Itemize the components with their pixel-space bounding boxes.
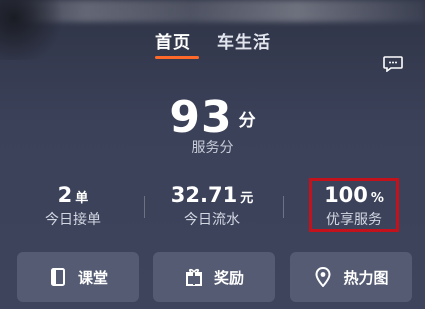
stat-orders-today[interactable]: 2单 今日接单	[8, 183, 138, 229]
classroom-button[interactable]: 课堂	[17, 252, 139, 302]
divider	[283, 196, 284, 218]
highlight-annotation-box	[309, 178, 399, 232]
heatmap-button[interactable]: 热力图	[290, 252, 412, 302]
book-icon	[50, 268, 65, 286]
chat-bubble-icon[interactable]	[383, 56, 403, 72]
tab-car-life[interactable]: 车生活	[217, 28, 271, 53]
app-screen: 首页 车生活 93 分 服务分 2单 今日接单 32.71 元 今日流水 100% …	[0, 0, 425, 309]
stat-label: 今日流水	[184, 212, 240, 228]
rewards-button[interactable]: 奖励	[153, 252, 275, 302]
active-tab-indicator	[155, 56, 199, 59]
button-label: 奖励	[213, 268, 244, 287]
header-tabs: 首页 车生活	[0, 26, 425, 72]
location-pin-icon	[315, 267, 331, 287]
service-score[interactable]: 93 分	[0, 92, 425, 143]
score-unit: 分	[238, 111, 256, 131]
stat-value: 32.71	[170, 183, 238, 207]
score-value: 93	[169, 92, 233, 143]
tab-home[interactable]: 首页	[155, 28, 191, 53]
stat-unit: 元	[240, 191, 254, 206]
stat-revenue-today[interactable]: 32.71 元 今日流水	[147, 183, 277, 229]
divider	[144, 196, 145, 218]
button-label: 热力图	[343, 268, 389, 287]
stat-label: 今日接单	[45, 212, 101, 228]
stat-value: 2	[57, 183, 73, 207]
gift-icon	[185, 268, 202, 286]
button-label: 课堂	[77, 268, 108, 287]
score-label: 服务分	[191, 140, 234, 156]
stat-unit: 单	[75, 191, 89, 206]
